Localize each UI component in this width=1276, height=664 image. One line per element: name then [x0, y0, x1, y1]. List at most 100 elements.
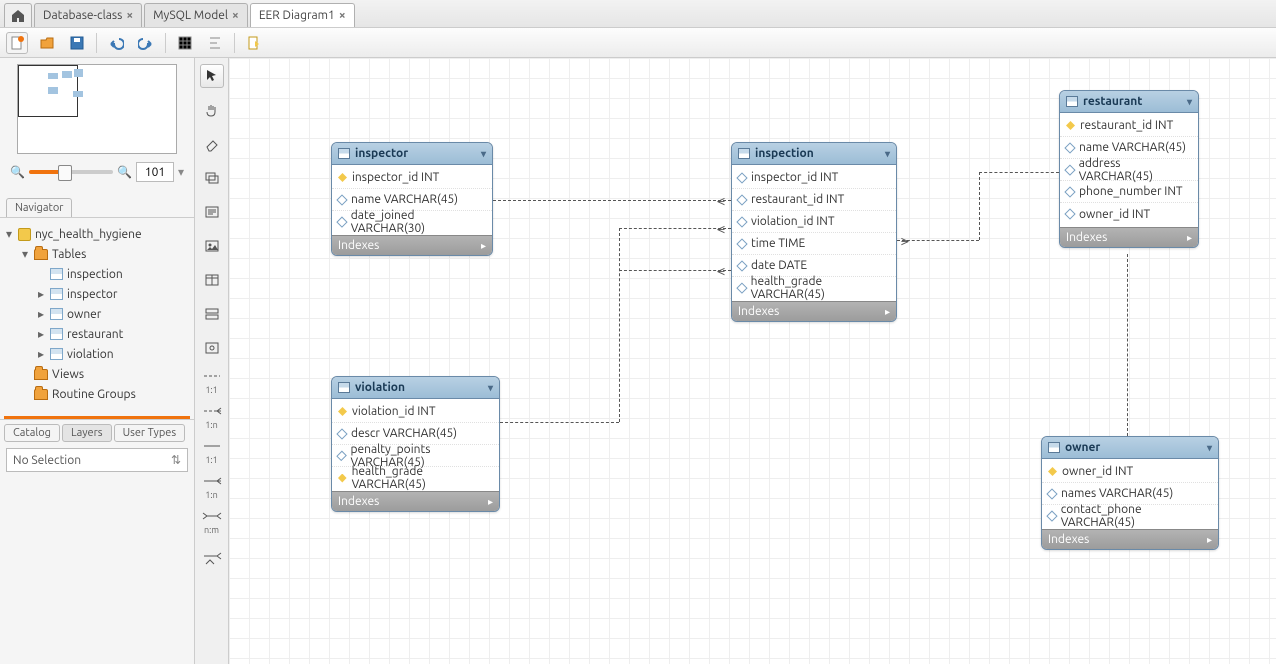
close-icon[interactable]: × [232, 9, 239, 22]
column-row[interactable]: inspector_id INT [332, 167, 492, 189]
tree-tables[interactable]: ▾Tables [20, 244, 190, 264]
entity-indexes[interactable]: Indexes▸ [1060, 227, 1198, 247]
column-row[interactable]: date_joined VARCHAR(30) [332, 211, 492, 233]
column-row[interactable]: names VARCHAR(45) [1042, 483, 1218, 505]
tree-table-violation[interactable]: ▸violation [36, 344, 190, 364]
new-file-button[interactable] [6, 32, 28, 54]
home-tab[interactable] [4, 3, 32, 27]
entity-title: violation [355, 381, 405, 394]
column-row[interactable]: health_grade VARCHAR(45) [332, 467, 499, 489]
routine-tool[interactable] [200, 336, 224, 360]
tab-layers[interactable]: Layers [62, 424, 112, 442]
tree-table-inspector[interactable]: ▸inspector [36, 284, 190, 304]
undo-button[interactable] [105, 32, 127, 54]
open-button[interactable] [36, 32, 58, 54]
minimap[interactable] [17, 64, 177, 154]
tab-database-class[interactable]: Database-class× [34, 3, 142, 27]
entity-restaurant[interactable]: restaurant▾restaurant_id INTname VARCHAR… [1059, 90, 1199, 248]
zoom-in-icon[interactable]: 🔍 [117, 165, 132, 179]
column-row[interactable]: phone_number INT [1060, 181, 1198, 203]
column-row[interactable]: owner_id INT [1060, 203, 1198, 225]
entity-header[interactable]: owner▾ [1042, 437, 1218, 459]
entity-owner[interactable]: owner▾owner_id INTnames VARCHAR(45)conta… [1041, 436, 1219, 550]
layer-tool[interactable] [200, 166, 224, 190]
tree-table-inspection[interactable]: ▸inspection [36, 264, 190, 284]
entity-indexes[interactable]: Indexes▸ [332, 491, 499, 511]
view-tool[interactable] [200, 302, 224, 326]
chevron-down-icon[interactable]: ▾ [481, 148, 486, 160]
column-row[interactable]: address VARCHAR(45) [1060, 159, 1198, 181]
chevron-down-icon[interactable]: ▾ [178, 165, 184, 179]
entity-violation[interactable]: violation▾violation_id INTdescr VARCHAR(… [331, 376, 500, 512]
text-tool[interactable] [200, 200, 224, 224]
tree-table-restaurant[interactable]: ▸restaurant [36, 324, 190, 344]
navigator-tab[interactable]: Navigator [6, 198, 72, 217]
tree-views[interactable]: ▸Views [20, 364, 190, 384]
column-row[interactable]: contact_phone VARCHAR(45) [1042, 505, 1218, 527]
entity-body: inspector_id INTname VARCHAR(45)date_joi… [332, 165, 492, 235]
chevron-updown-icon: ⇅ [171, 453, 181, 467]
tree-routines[interactable]: ▸Routine Groups [20, 384, 190, 404]
tree-db[interactable]: ▾nyc_health_hygiene [4, 224, 190, 244]
tab-mysql-model[interactable]: MySQL Model× [144, 3, 248, 27]
entity-indexes[interactable]: Indexes▸ [732, 301, 896, 321]
redo-button[interactable] [135, 32, 157, 54]
export-button[interactable] [243, 32, 265, 54]
zoom-value[interactable]: 101 [136, 162, 174, 182]
selection-dropdown[interactable]: No Selection ⇅ [6, 448, 188, 472]
entity-header[interactable]: restaurant▾ [1060, 91, 1198, 113]
column-row[interactable]: restaurant_id INT [732, 189, 896, 211]
schema-tree[interactable]: ▾nyc_health_hygiene ▾Tables ▸inspection▸… [0, 218, 194, 410]
close-icon[interactable]: × [126, 9, 133, 22]
entity-indexes[interactable]: Indexes▸ [1042, 529, 1218, 549]
rel-1-n-id-tool[interactable]: 1:n [197, 475, 227, 500]
close-icon[interactable]: × [339, 9, 346, 22]
image-tool[interactable] [200, 234, 224, 258]
pointer-tool[interactable] [200, 64, 224, 88]
rel-n-m-tool[interactable]: n:m [197, 510, 227, 535]
entity-inspection[interactable]: inspection▾inspector_id INTrestaurant_id… [731, 142, 897, 322]
eraser-tool[interactable] [200, 132, 224, 156]
chevron-down-icon[interactable]: ▾ [1207, 442, 1212, 454]
rel-1-1-tool[interactable]: 1:1 [197, 370, 227, 395]
rel-1-n-tool[interactable]: 1:n [197, 405, 227, 430]
column-row[interactable]: owner_id INT [1042, 461, 1218, 483]
column-row[interactable]: penalty_points VARCHAR(45) [332, 445, 499, 467]
column-row[interactable]: restaurant_id INT [1060, 115, 1198, 137]
column-row[interactable]: name VARCHAR(45) [332, 189, 492, 211]
column-row[interactable]: date DATE [732, 255, 896, 277]
column-row[interactable]: health_grade VARCHAR(45) [732, 277, 896, 299]
tree-table-owner[interactable]: ▸owner [36, 304, 190, 324]
rel-1-1-id-tool[interactable]: 1:1 [197, 440, 227, 465]
column-row[interactable]: time TIME [732, 233, 896, 255]
save-button[interactable] [66, 32, 88, 54]
zoom-slider[interactable] [29, 170, 113, 174]
column-row[interactable]: inspector_id INT [732, 167, 896, 189]
entity-header[interactable]: inspection▾ [732, 143, 896, 165]
chevron-down-icon[interactable]: ▾ [488, 382, 493, 394]
rel-existing-tool[interactable] [202, 551, 222, 570]
entity-header[interactable]: violation ▾ [332, 377, 499, 399]
entity-title: inspector [355, 147, 408, 160]
hand-tool[interactable] [200, 98, 224, 122]
folder-icon [34, 389, 48, 400]
entity-inspector[interactable]: inspector ▾ inspector_id INTname VARCHAR(4… [331, 142, 493, 256]
align-button[interactable] [204, 32, 226, 54]
grid-button[interactable] [174, 32, 196, 54]
chevron-down-icon[interactable]: ▾ [1187, 96, 1192, 108]
column-row[interactable]: violation_id INT [332, 401, 499, 423]
chevron-down-icon[interactable]: ▾ [885, 148, 890, 160]
image-icon [204, 238, 220, 254]
entity-header[interactable]: inspector ▾ [332, 143, 492, 165]
zoom-out-icon[interactable]: 🔍 [10, 165, 25, 179]
tab-catalog[interactable]: Catalog [4, 424, 60, 442]
diagram-canvas[interactable]: inspector▾inspector_id INTname VARCHAR(4… [229, 58, 1276, 664]
selection-label: No Selection [13, 454, 81, 467]
minimap-entity [74, 69, 83, 77]
tab-eer-diagram[interactable]: EER Diagram1× [250, 3, 355, 27]
column-label: health_grade VARCHAR(45) [352, 465, 493, 491]
entity-indexes[interactable]: Indexes▸ [332, 235, 492, 255]
table-tool[interactable] [200, 268, 224, 292]
column-row[interactable]: violation_id INT [732, 211, 896, 233]
tab-usertypes[interactable]: User Types [114, 424, 186, 442]
